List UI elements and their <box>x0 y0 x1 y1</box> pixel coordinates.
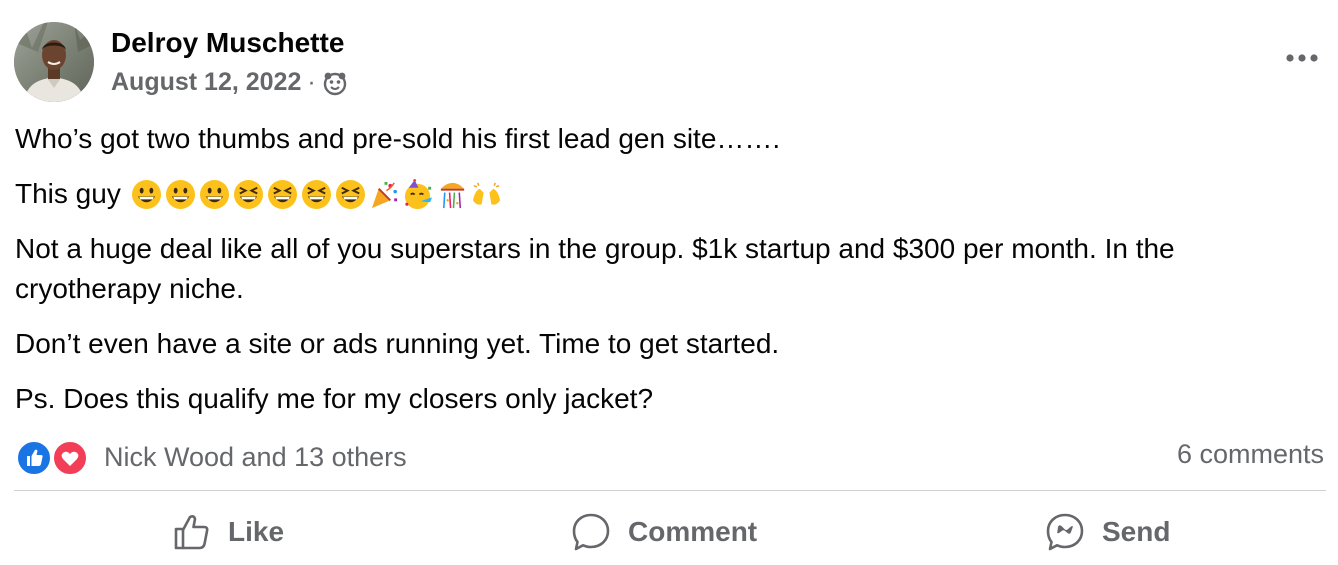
love-reaction-icon <box>52 440 88 476</box>
comment-bubble-icon <box>572 513 610 551</box>
post-body: Who’s got two thumbs and pre-sold his fi… <box>15 119 1310 434</box>
like-label: Like <box>228 516 285 547</box>
author-name[interactable]: Delroy Muschette <box>111 27 344 59</box>
more-options-icon <box>1286 54 1318 62</box>
more-options-button[interactable] <box>1280 40 1324 76</box>
laughing-face-icon <box>233 179 263 209</box>
party-popper-icon <box>371 181 397 208</box>
send-label: Send <box>1102 516 1171 547</box>
post-meta: August 12, 2022 · <box>111 68 348 97</box>
like-button[interactable]: Like <box>172 508 284 556</box>
comments-count[interactable]: 6 comments <box>1177 439 1324 470</box>
public-group-icon[interactable] <box>322 70 348 96</box>
thumbs-up-icon <box>174 515 209 550</box>
laughing-face-icon <box>301 179 331 209</box>
send-button[interactable]: Send <box>1044 508 1170 556</box>
emoji-group <box>131 178 502 210</box>
divider <box>14 490 1326 491</box>
messenger-send-icon <box>1046 513 1084 551</box>
reaction-icons <box>16 438 92 476</box>
grinning-face-icon <box>199 179 229 209</box>
post-paragraph: Who’s got two thumbs and pre-sold his fi… <box>15 123 781 154</box>
author-avatar[interactable] <box>14 22 94 102</box>
post-paragraph: Ps. Does this qualify me for my closers … <box>15 383 654 414</box>
laughing-face-icon <box>267 179 297 209</box>
avatar-photo <box>14 22 94 102</box>
post-card: Delroy Muschette August 12, 2022 · Who’s… <box>0 0 1338 565</box>
comment-button[interactable]: Comment <box>570 508 757 556</box>
post-date[interactable]: August 12, 2022 <box>111 68 301 97</box>
post-paragraph: This guy <box>15 178 121 209</box>
post-paragraph: Not a huge deal like all of you supersta… <box>15 233 1175 304</box>
partying-face-icon <box>404 178 432 209</box>
reactions-summary[interactable]: Nick Wood and 13 others <box>16 438 407 476</box>
meta-separator: · <box>307 68 316 96</box>
raising-hands-icon <box>472 182 500 205</box>
reactions-names[interactable]: Nick Wood and 13 others <box>104 442 407 473</box>
comment-label: Comment <box>628 516 758 547</box>
post-paragraph-emoji: This guy <box>15 174 1310 214</box>
grinning-face-icon <box>131 179 161 209</box>
confetti-ball-icon <box>440 182 464 208</box>
like-reaction-icon <box>16 440 52 476</box>
grinning-face-icon <box>165 179 195 209</box>
laughing-face-icon <box>335 179 365 209</box>
post-paragraph: Don’t even have a site or ads running ye… <box>15 328 780 359</box>
